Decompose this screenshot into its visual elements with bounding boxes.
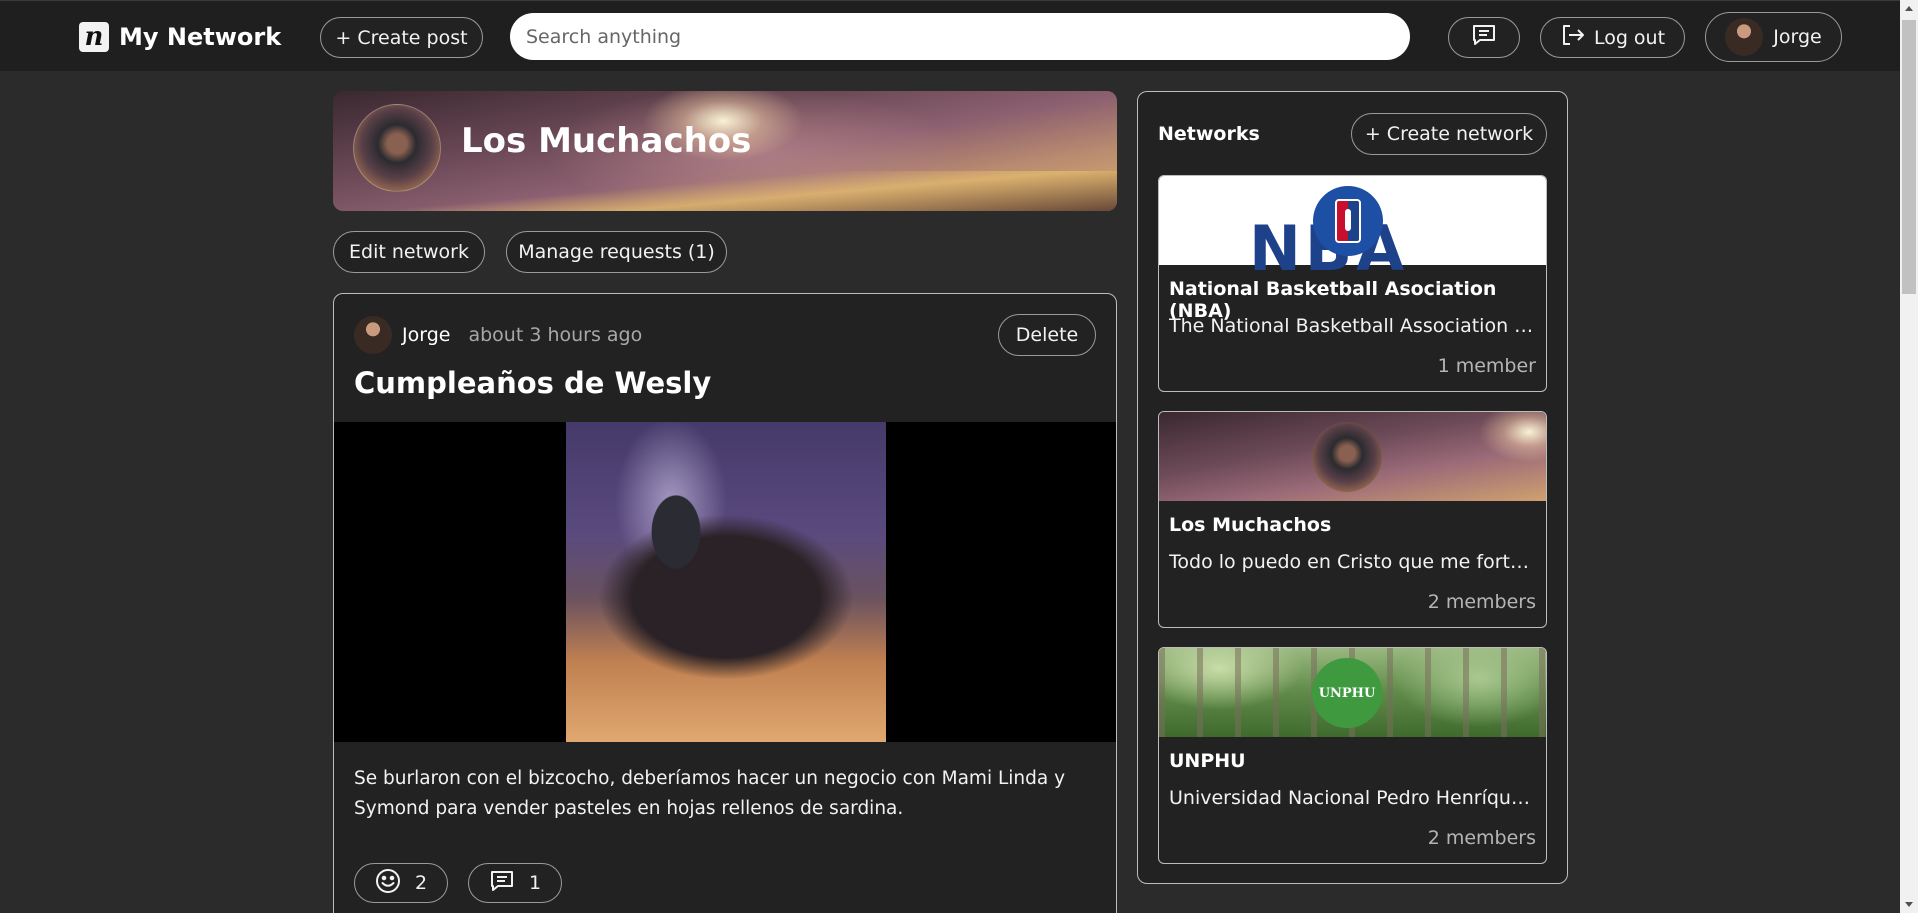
delete-post-button[interactable]: Delete <box>998 314 1096 356</box>
network-card-unphu[interactable]: UNPHU UNPHU Universidad Nacional Pedro H… <box>1158 647 1547 864</box>
user-avatar <box>1725 18 1764 56</box>
post-timestamp: about 3 hours ago <box>468 324 643 346</box>
post-author[interactable]: Jorge <box>402 324 450 346</box>
reaction-count: 2 <box>414 872 428 894</box>
post-header: Jorge about 3 hours ago <box>354 316 642 354</box>
scrollbar-thumb[interactable] <box>1902 20 1916 294</box>
comment-button[interactable]: 1 <box>468 863 562 903</box>
app-title: My Network <box>119 23 282 51</box>
profile-menu-button[interactable]: Jorge <box>1705 12 1842 62</box>
smiley-icon <box>375 868 415 899</box>
sidebar-title: Networks <box>1158 123 1260 145</box>
post-card: Jorge about 3 hours ago Delete Cumpleaño… <box>333 293 1117 913</box>
post-title: Cumpleaños de Wesly <box>354 366 712 400</box>
network-member-count: 1 member <box>1437 355 1536 377</box>
network-description: Todo lo puedo en Cristo que me fortale..… <box>1169 551 1537 573</box>
user-name: Jorge <box>1773 26 1822 48</box>
create-post-button[interactable]: + Create post <box>320 17 483 58</box>
messages-button[interactable] <box>1448 17 1520 58</box>
scroll-down-arrow-icon[interactable] <box>1900 895 1918 913</box>
network-banner-unphu: UNPHU <box>1159 648 1546 737</box>
post-body: Se burlaron con el bizcocho, deberíamos … <box>354 768 1066 819</box>
network-avatar <box>353 104 441 192</box>
network-title: Los Muchachos <box>461 121 752 161</box>
manage-requests-button[interactable]: Manage requests (1) <box>506 231 727 273</box>
logout-label: Log out <box>1593 26 1666 49</box>
network-card-los-muchachos[interactable]: Los Muchachos Todo lo puedo en Cristo qu… <box>1158 411 1547 628</box>
edit-network-button[interactable]: Edit network <box>333 231 485 273</box>
chat-bubble-icon <box>1471 23 1497 52</box>
network-banner: Los Muchachos <box>333 91 1117 211</box>
brand-home-link[interactable]: n My Network <box>79 21 281 53</box>
network-member-count: 2 members <box>1427 591 1536 613</box>
reaction-button[interactable]: 2 <box>354 863 448 903</box>
comment-icon <box>489 869 529 898</box>
network-banner-nba: NBA <box>1159 176 1546 280</box>
scroll-up-arrow-icon[interactable] <box>1900 0 1918 18</box>
top-navbar: n My Network + Create post Log out Jorge <box>0 0 1918 71</box>
network-name: Los Muchachos <box>1169 514 1332 536</box>
create-network-button[interactable]: + Create network <box>1351 113 1547 155</box>
page-scrollbar[interactable] <box>1900 0 1918 913</box>
network-description: Universidad Nacional Pedro Henríquez ... <box>1169 787 1537 809</box>
network-card-nba[interactable]: NBA National Basketball Asociation (NBA)… <box>1158 175 1547 392</box>
post-media <box>334 422 1116 742</box>
post-photo[interactable] <box>566 422 886 742</box>
logout-button[interactable]: Log out <box>1540 17 1685 58</box>
network-name: UNPHU <box>1169 750 1246 772</box>
nba-shield-icon <box>1335 199 1361 243</box>
comment-count: 1 <box>528 872 542 894</box>
network-description: The National Basketball Association is a… <box>1169 315 1537 337</box>
nba-logo-icon <box>1313 186 1383 256</box>
network-member-count: 2 members <box>1427 827 1536 849</box>
network-avatar <box>1312 422 1382 492</box>
networks-sidebar: Networks + Create network NBA National B… <box>1137 91 1568 884</box>
network-banner-los-muchachos <box>1159 412 1546 501</box>
search-input[interactable] <box>510 13 1410 60</box>
unphu-logo-icon: UNPHU <box>1312 658 1382 728</box>
logout-icon <box>1560 23 1594 52</box>
author-avatar[interactable] <box>354 316 392 354</box>
app-logo-icon: n <box>79 22 109 52</box>
